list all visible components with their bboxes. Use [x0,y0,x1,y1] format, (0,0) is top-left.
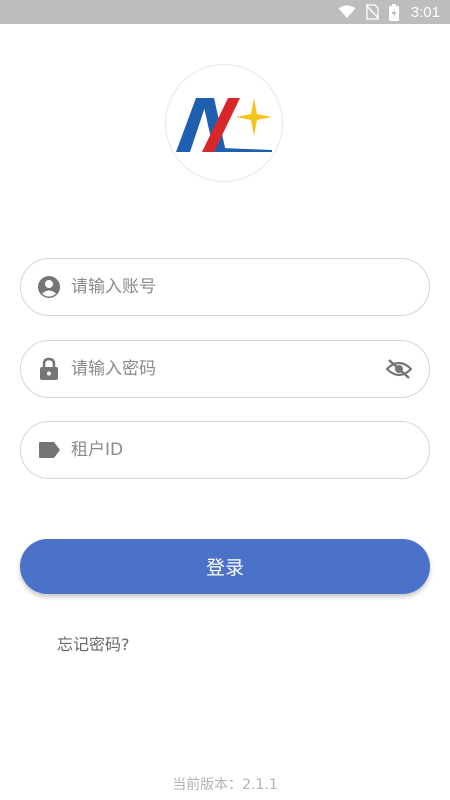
eye-off-icon[interactable] [385,355,413,383]
account-field[interactable] [20,258,430,316]
wifi-icon [338,5,356,19]
password-field[interactable] [20,340,430,398]
login-button[interactable]: 登录 [20,539,430,594]
lock-icon [37,357,61,381]
version-label: 当前版本：2.1.1 [172,777,278,793]
battery-charging-icon [388,3,399,21]
user-circle-icon [37,275,61,299]
tenant-field[interactable] [20,421,430,479]
status-time: 3:01 [410,3,440,21]
no-sim-icon [365,4,379,20]
tenant-input[interactable] [71,430,413,470]
tag-icon [37,438,61,462]
login-screen: 3:01 请输入账号 租户ID 登录 忘记密码? 当前版本：2.1.1 [0,0,450,800]
forgot-password-link[interactable]: 忘记密码? [57,631,130,655]
logo-mark [176,98,272,152]
password-input[interactable] [71,349,385,389]
account-input[interactable] [71,267,413,307]
company-logo [165,64,283,182]
status-bar: 3:01 [0,0,450,24]
